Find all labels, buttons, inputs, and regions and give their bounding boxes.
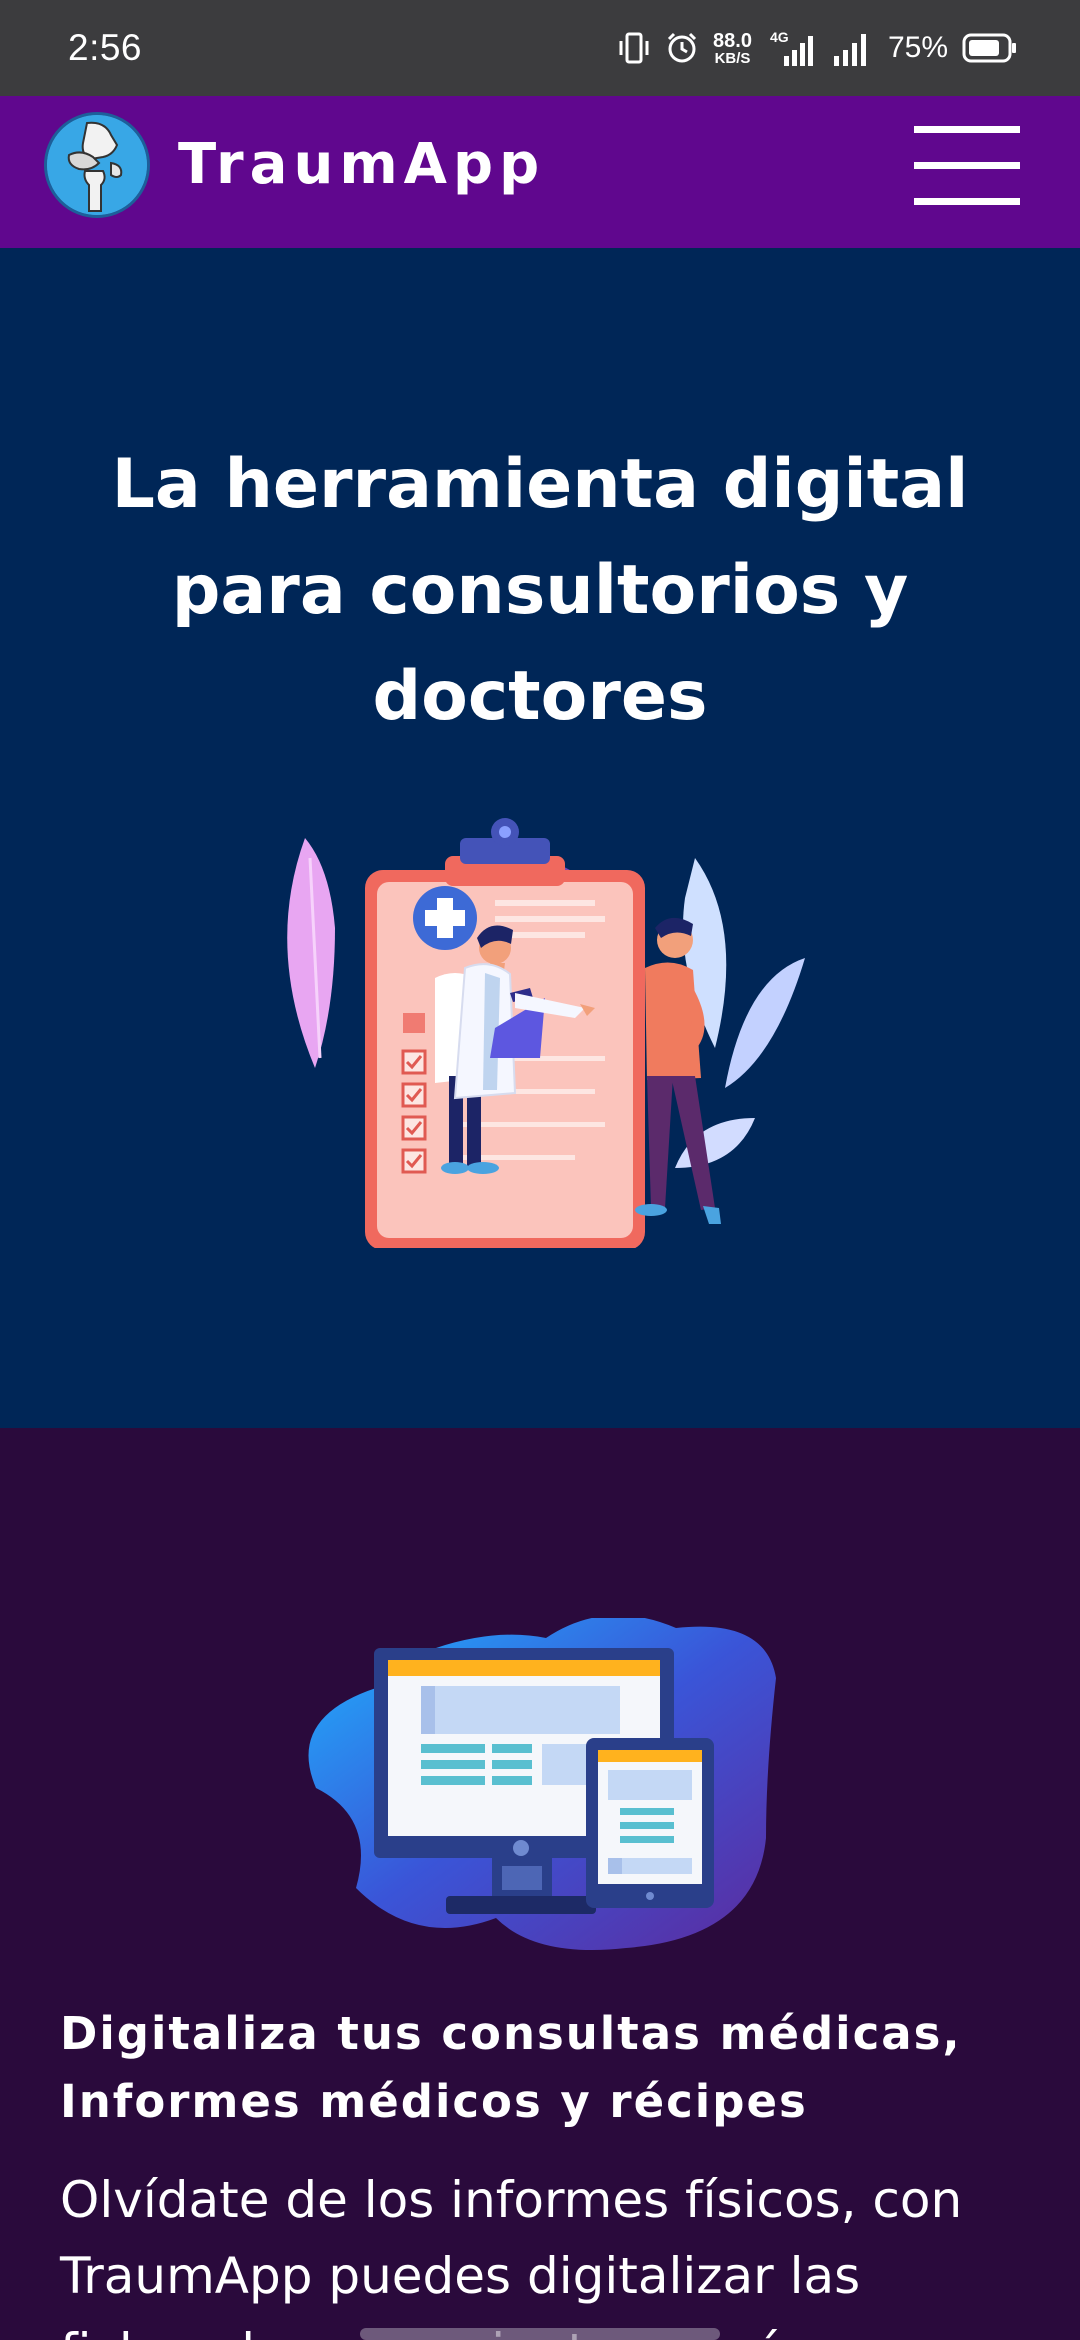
monitor-tablet-illustration (308, 1618, 776, 1950)
net-speed-value: 88.0 (713, 29, 752, 52)
net-speed-unit: KB/S (714, 49, 751, 67)
battery-icon (962, 24, 1018, 72)
signal-4g-icon: 4G (766, 24, 816, 72)
feature-title-line-2: Informes médicos y récipes (60, 2075, 808, 2128)
knee-joint-icon (47, 115, 147, 215)
status-bar: 2:56 88.0 KB/S 4G 75% (0, 0, 1080, 96)
signal-icon (830, 24, 874, 72)
net-speed: 88.0 KB/S (713, 31, 752, 66)
hamburger-menu-icon[interactable] (914, 126, 1020, 206)
brand-name[interactable]: TraumApp (178, 132, 545, 197)
battery-percent: 75% (887, 31, 948, 64)
feature-body-line-1: Olvídate de los informes físicos, con (60, 2171, 963, 2229)
feature-body-line-2: TraumApp puedes digitalizar las (60, 2247, 861, 2305)
hero-title: La herramienta digital para consultorios… (111, 445, 969, 736)
doctor-clipboard-illustration (287, 818, 805, 1248)
status-time: 2:56 (68, 27, 143, 68)
feature-title-line-1: Digitaliza tus consultas médicas, (60, 2007, 962, 2060)
status-icons: 88.0 KB/S 4G 75% (617, 18, 1018, 78)
gesture-navigation-bar[interactable] (360, 2328, 720, 2340)
app-logo[interactable] (44, 112, 150, 218)
feature-title: Digitaliza tus consultas médicas, Inform… (60, 2000, 1040, 2136)
feature-body: Olvídate de los informes físicos, con Tr… (60, 2162, 1040, 2340)
alarm-icon (665, 24, 699, 72)
app-header: TraumApp (0, 96, 1080, 248)
hero-section: La herramienta digital para consultorios… (0, 248, 1080, 1428)
vibrate-icon (617, 24, 651, 72)
network-type-label: 4G (770, 29, 789, 45)
feature-section: Digitaliza tus consultas médicas, Inform… (0, 1428, 1080, 2340)
